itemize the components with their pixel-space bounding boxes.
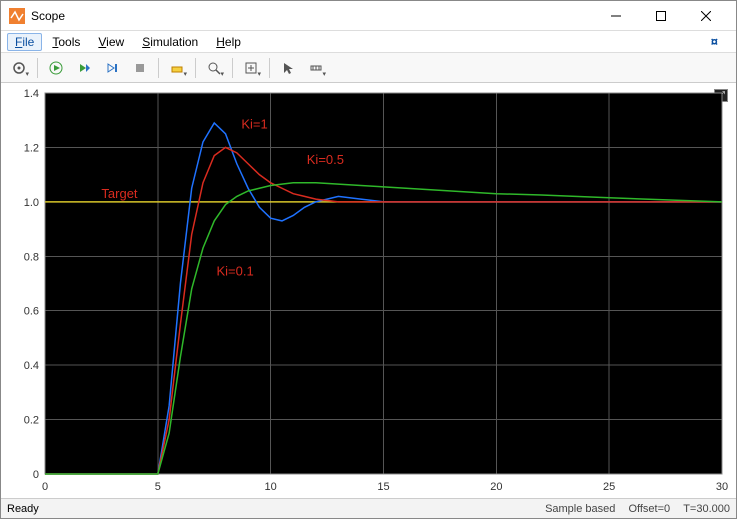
run-button[interactable] — [44, 56, 68, 80]
svg-text:0.6: 0.6 — [24, 306, 39, 318]
svg-text:20: 20 — [490, 481, 502, 493]
close-button[interactable] — [683, 2, 728, 30]
dock-icon[interactable]: ¤ — [711, 34, 718, 49]
menu-simulation[interactable]: Simulation — [134, 33, 206, 51]
status-sample: Sample based — [545, 503, 615, 515]
app-icon — [9, 8, 25, 24]
label-ki01: Ki=0.1 — [217, 263, 254, 278]
step-button[interactable] — [100, 56, 124, 80]
status-ready: Ready — [7, 503, 535, 515]
svg-text:5: 5 — [155, 481, 161, 493]
svg-text:0: 0 — [42, 481, 48, 493]
stop-button[interactable] — [128, 56, 152, 80]
svg-text:1.4: 1.4 — [24, 88, 39, 100]
label-target: Target — [101, 186, 138, 201]
measure-button[interactable] — [304, 56, 328, 80]
titlebar: Scope — [1, 1, 736, 31]
svg-text:15: 15 — [377, 481, 389, 493]
status-offset: Offset=0 — [628, 503, 670, 515]
label-ki1: Ki=1 — [241, 116, 267, 131]
svg-text:0.8: 0.8 — [24, 251, 39, 263]
settings-button[interactable] — [7, 56, 31, 80]
cursor-button[interactable] — [276, 56, 300, 80]
svg-text:1.0: 1.0 — [24, 197, 39, 209]
svg-text:0.4: 0.4 — [24, 360, 39, 372]
menu-file[interactable]: File — [7, 33, 42, 51]
minimize-button[interactable] — [593, 2, 638, 30]
svg-text:0.2: 0.2 — [24, 415, 39, 427]
highlight-button[interactable] — [165, 56, 189, 80]
svg-text:10: 10 — [265, 481, 277, 493]
menu-view[interactable]: View — [90, 33, 132, 51]
fit-button[interactable] — [239, 56, 263, 80]
label-ki05: Ki=0.5 — [307, 152, 344, 167]
window-title: Scope — [31, 9, 593, 23]
svg-text:0: 0 — [33, 469, 39, 481]
run-forward-button[interactable] — [72, 56, 96, 80]
menu-tools[interactable]: Tools — [44, 33, 88, 51]
svg-text:1.2: 1.2 — [24, 142, 39, 154]
statusbar: Ready Sample based Offset=0 T=30.000 — [1, 498, 736, 518]
plot-area: ⤢ 05101520253000.20.40.60.81.01.21.4Targ… — [1, 83, 736, 498]
menubar: File Tools View Simulation Help ¤ — [1, 31, 736, 53]
toolbar — [1, 53, 736, 83]
status-time: T=30.000 — [683, 503, 730, 515]
zoom-button[interactable] — [202, 56, 226, 80]
menu-help[interactable]: Help — [208, 33, 249, 51]
svg-text:25: 25 — [603, 481, 615, 493]
scope-axes[interactable]: 0 5 10 15 20 25 30 0 0.2 0.4 0.6 0.8 1.0 1.2 1.4 Target… — [7, 87, 730, 496]
svg-text:30: 30 — [716, 481, 728, 493]
maximize-button[interactable] — [638, 2, 683, 30]
